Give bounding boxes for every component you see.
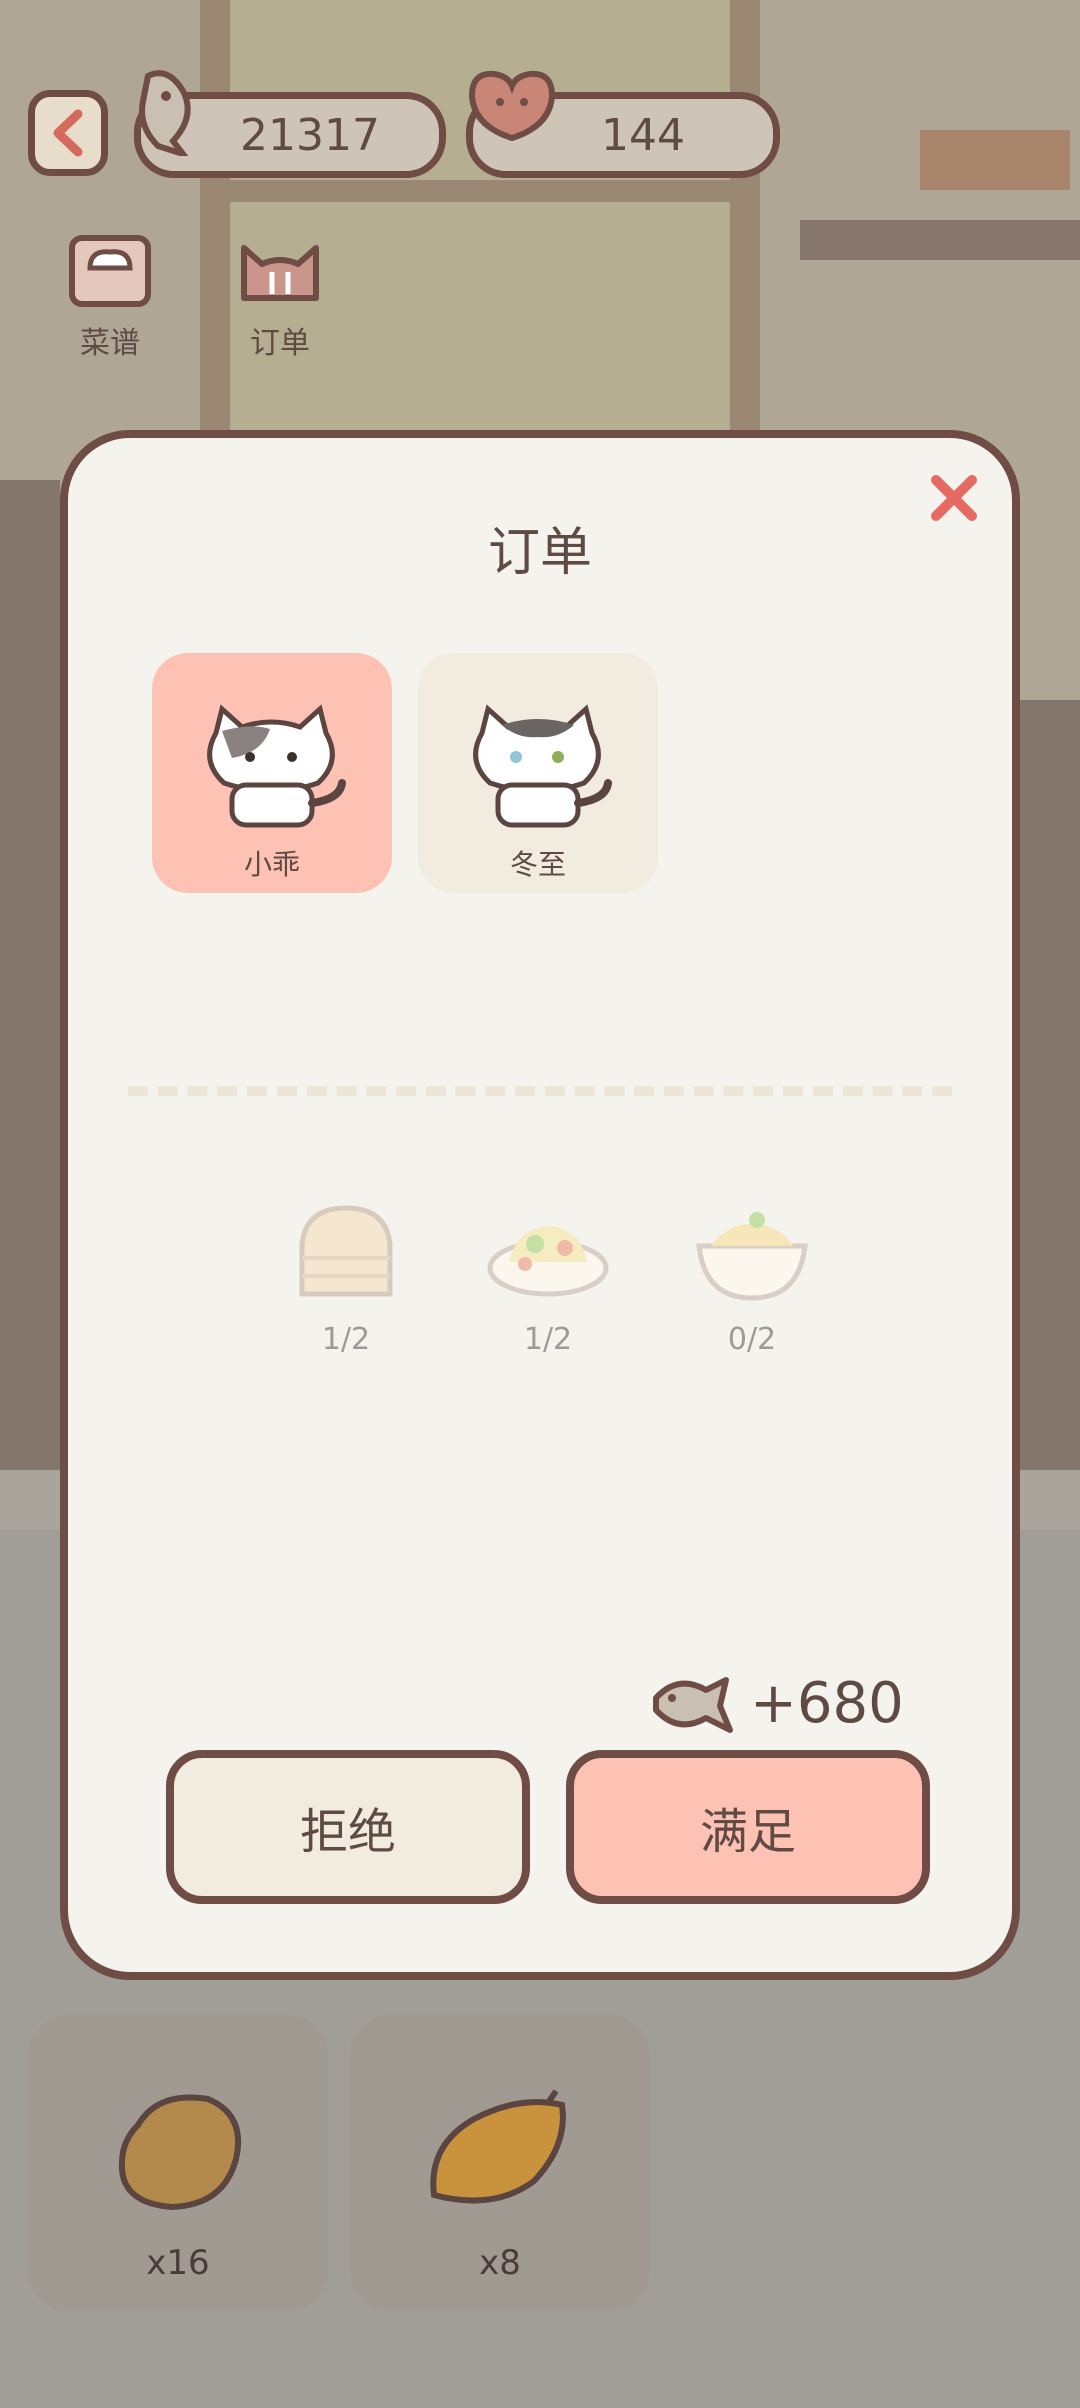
dish-progress: 1/2 [321, 1322, 371, 1357]
steamed-bun-icon [299, 1205, 393, 1297]
fish-icon [139, 70, 191, 156]
dish-progress: 0/2 [727, 1322, 777, 1357]
dish-item: 1/2 [276, 1198, 416, 1357]
ingredient-slot[interactable]: x16 [28, 2015, 328, 2311]
ingredient-count: x16 [146, 2243, 210, 2283]
order-tab-label: 订单 [250, 326, 310, 361]
order-tab[interactable]: 订单 [220, 228, 340, 362]
dialog-divider [128, 1086, 952, 1096]
fish-count: 21317 [240, 109, 380, 161]
fulfill-label: 满足 [699, 1804, 796, 1860]
ingredient-slot[interactable]: x8 [350, 2015, 650, 2311]
fulfill-button[interactable]: 满足 [566, 1750, 930, 1904]
order-reward: +680 [648, 1668, 904, 1738]
heart-count: 144 [601, 109, 685, 161]
cat-order-icon [241, 245, 319, 301]
mango-icon [430, 2089, 566, 2204]
customer-name: 冬至 [509, 848, 566, 881]
close-icon[interactable] [924, 468, 984, 528]
back-button[interactable] [28, 90, 108, 176]
chevron-left-icon [53, 109, 83, 157]
dish-item: 0/2 [682, 1198, 822, 1357]
ingredient-count: x8 [479, 2243, 521, 2283]
recipe-tab[interactable]: 菜谱 [50, 228, 170, 362]
reward-amount: +680 [750, 1670, 904, 1736]
customer-card-dongzhi[interactable]: 冬至 [418, 653, 658, 893]
reject-label: 拒绝 [299, 1804, 396, 1860]
tabby-cat-icon [207, 704, 346, 828]
mashed-potato-bowl-icon [696, 1212, 808, 1301]
order-dialog: 订单 小乖 冬至 1/2 1/2 0/2 +680 拒绝 满足 [60, 430, 1020, 1980]
heart-icon [468, 70, 556, 142]
customer-card-xiaoguai[interactable]: 小乖 [152, 653, 392, 893]
fried-rice-icon [487, 1226, 609, 1297]
dish-item: 1/2 [478, 1198, 618, 1357]
dialog-title: 订单 [487, 523, 592, 583]
recipe-tab-label: 菜谱 [80, 326, 140, 361]
dish-progress: 1/2 [523, 1322, 573, 1357]
white-cat-icon [473, 704, 612, 828]
fish-icon [653, 1677, 733, 1733]
reject-button[interactable]: 拒绝 [166, 1750, 530, 1904]
customer-name: 小乖 [243, 848, 300, 881]
recipe-book-icon [69, 235, 151, 307]
potato-icon [118, 2094, 242, 2211]
